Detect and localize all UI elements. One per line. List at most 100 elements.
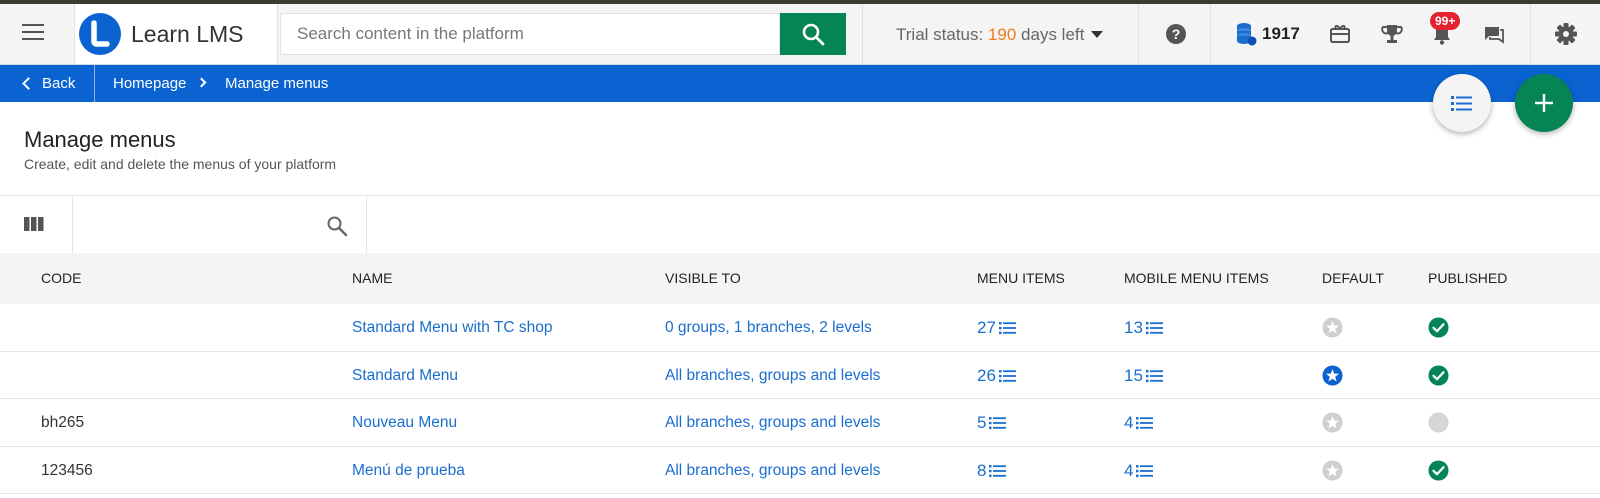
row-visible-to-link[interactable]: All branches, groups and levels xyxy=(665,447,880,494)
list-icon xyxy=(1136,464,1154,477)
column-header-menu-items[interactable]: MENU ITEMS xyxy=(977,253,1065,304)
help-icon[interactable]: ? xyxy=(1162,20,1190,48)
breadcrumb-current: Manage menus xyxy=(225,75,329,92)
plus-icon xyxy=(1535,94,1553,112)
menu-items-link[interactable]: 5 xyxy=(977,399,1007,446)
column-header-published[interactable]: PUBLISHED xyxy=(1428,253,1507,304)
mobile-menu-items-count: 13 xyxy=(1124,318,1143,337)
back-label: Back xyxy=(42,75,76,92)
svg-text:?: ? xyxy=(1172,26,1181,42)
mobile-menu-items-link[interactable]: 15 xyxy=(1124,352,1163,399)
unpublished-circle-icon[interactable] xyxy=(1428,412,1449,433)
trial-suffix: days left xyxy=(1016,25,1085,44)
row-name-link[interactable]: Standard Menu with TC shop xyxy=(352,304,552,351)
mobile-menu-items-count: 4 xyxy=(1124,460,1134,480)
trophy-icon[interactable] xyxy=(1378,20,1406,48)
row-name-link[interactable]: Nouveau Menu xyxy=(352,399,457,446)
list-icon xyxy=(1145,369,1163,382)
menu-items-count: 5 xyxy=(977,413,987,432)
menu-items-link[interactable]: 8 xyxy=(977,447,1007,494)
page-subtitle: Create, edit and delete the menus of you… xyxy=(24,156,337,172)
app-name: Learn LMS xyxy=(131,21,244,47)
column-header-code[interactable]: CODE xyxy=(41,253,81,304)
row-code: 123456 xyxy=(41,461,93,479)
row-name-link[interactable]: Menú de prueba xyxy=(352,447,465,494)
table-row: bh265 Nouveau Menu All branches, groups … xyxy=(0,399,1600,447)
table-toolbar xyxy=(0,195,1600,254)
header-divider xyxy=(1138,4,1139,64)
trial-status-dropdown[interactable]: Trial status: 190 days left xyxy=(896,25,1104,45)
add-menu-button[interactable] xyxy=(1515,74,1573,132)
default-star-on-icon[interactable] xyxy=(1322,365,1343,386)
table-header: CODE NAME VISIBLE TO MENU ITEMS MOBILE M… xyxy=(0,253,1600,304)
toolbar-divider xyxy=(366,196,367,254)
list-icon xyxy=(989,417,1007,430)
menu-items-link[interactable]: 27 xyxy=(977,304,1016,351)
caret-down-icon xyxy=(1091,31,1104,38)
settings-gear-icon[interactable] xyxy=(1552,20,1580,48)
column-header-name[interactable]: NAME xyxy=(352,253,392,304)
logo-mark-icon xyxy=(79,13,121,55)
search-button[interactable] xyxy=(780,13,846,55)
published-check-icon[interactable] xyxy=(1428,365,1449,386)
chevron-left-icon xyxy=(22,77,35,90)
mobile-menu-items-link[interactable]: 4 xyxy=(1124,447,1154,494)
list-icon xyxy=(998,369,1016,382)
header-divider xyxy=(862,4,863,64)
column-header-visible-to[interactable]: VISIBLE TO xyxy=(665,253,741,304)
search-icon[interactable] xyxy=(326,215,348,237)
list-icon xyxy=(1145,322,1163,335)
default-star-off-icon[interactable] xyxy=(1322,460,1343,481)
trial-days: 190 xyxy=(987,25,1017,44)
row-visible-to-link[interactable]: 0 groups, 1 branches, 2 levels xyxy=(665,304,872,351)
coins-icon xyxy=(1237,23,1257,46)
menu-items-count: 26 xyxy=(977,365,996,385)
search-input[interactable] xyxy=(280,13,780,55)
breadcrumb-divider xyxy=(94,65,95,102)
search-icon xyxy=(802,23,825,46)
row-code: bh265 xyxy=(41,414,85,431)
breadcrumb-homepage-link[interactable]: Homepage xyxy=(113,65,186,102)
column-header-default[interactable]: DEFAULT xyxy=(1322,253,1384,304)
columns-icon[interactable] xyxy=(24,216,44,232)
hamburger-menu-icon[interactable] xyxy=(22,24,46,44)
trial-label: Trial status: xyxy=(896,25,988,44)
notifications-badge: 99+ xyxy=(1430,12,1461,30)
column-header-mobile-menu-items[interactable]: MOBILE MENU ITEMS xyxy=(1124,253,1269,304)
list-icon xyxy=(989,464,1007,477)
mobile-menu-items-link[interactable]: 4 xyxy=(1124,399,1154,446)
table-row: Standard Menu All branches, groups and l… xyxy=(0,352,1600,399)
back-button[interactable]: Back xyxy=(22,65,75,102)
list-icon xyxy=(1451,96,1472,111)
menu-items-count: 27 xyxy=(977,318,996,337)
table-row: 123456 Menú de prueba All branches, grou… xyxy=(0,447,1600,494)
page-title: Manage menus xyxy=(24,127,176,152)
published-check-icon[interactable] xyxy=(1428,460,1449,481)
default-star-off-icon[interactable] xyxy=(1322,317,1343,338)
header-divider xyxy=(1530,4,1531,64)
row-visible-to-link[interactable]: All branches, groups and levels xyxy=(665,399,880,446)
menu-items-link[interactable]: 26 xyxy=(977,352,1016,399)
breadcrumb: Back Homepage Manage menus xyxy=(0,65,1600,102)
mobile-menu-items-count: 15 xyxy=(1124,365,1143,385)
gift-card-icon[interactable] xyxy=(1326,20,1354,48)
toolbar-divider xyxy=(72,196,73,254)
app-header: Learn LMS Trial status: 190 days left ? … xyxy=(0,4,1600,65)
header-divider xyxy=(1210,4,1211,64)
list-icon xyxy=(1136,417,1154,430)
menu-items-count: 8 xyxy=(977,460,987,480)
default-star-off-icon[interactable] xyxy=(1322,412,1343,433)
row-name-link[interactable]: Standard Menu xyxy=(352,352,458,399)
mobile-menu-items-link[interactable]: 13 xyxy=(1124,304,1163,351)
menus-table: CODE NAME VISIBLE TO MENU ITEMS MOBILE M… xyxy=(0,253,1600,494)
table-row: Standard Menu with TC shop 0 groups, 1 b… xyxy=(0,304,1600,352)
row-visible-to-link[interactable]: All branches, groups and levels xyxy=(665,352,880,399)
table-search-input[interactable] xyxy=(74,206,314,244)
credits-count: 1917 xyxy=(1262,24,1300,43)
chat-icon[interactable] xyxy=(1480,20,1508,48)
chevron-right-icon xyxy=(196,77,207,88)
published-check-icon[interactable] xyxy=(1428,317,1449,338)
list-icon xyxy=(998,322,1016,335)
app-logo[interactable]: Learn LMS xyxy=(74,4,278,64)
list-view-button[interactable] xyxy=(1433,74,1491,132)
